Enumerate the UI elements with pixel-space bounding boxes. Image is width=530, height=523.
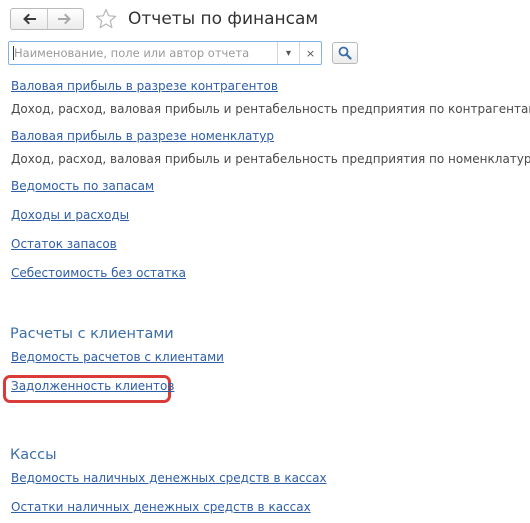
toolbar: Отчеты по финансам [0,0,530,38]
group-title-customer-settlements: Расчеты с клиентами [10,326,174,342]
page-title: Отчеты по финансам [128,9,319,29]
report-link-cash-balances[interactable]: Остатки наличных денежных средств в касс… [11,499,311,515]
magnifier-icon [338,46,352,60]
navigation-buttons [10,8,84,30]
search-history-dropdown[interactable]: ▾ [277,42,299,64]
report-link-cash-statement[interactable]: Ведомость наличных денежных средств в ка… [11,470,327,486]
report-link-customer-settlements-statement[interactable]: Ведомость расчетов с клиентами [11,349,224,365]
report-link-gross-profit-counterparties[interactable]: Валовая прибыль в разрезе контрагентов [11,78,278,94]
report-link-customer-debt[interactable]: Задолженность клиентов [11,378,174,394]
arrow-right-icon [58,13,72,25]
arrow-left-icon [22,13,36,25]
star-icon[interactable] [94,7,118,31]
report-link-cost-without-balance[interactable]: Себестоимость без остатка [11,265,186,281]
report-description: Доход, расход, валовая прибыль и рентабе… [11,102,530,116]
report-link-income-expenses[interactable]: Доходы и расходы [11,207,129,223]
forward-button[interactable] [46,9,84,29]
group-title-cash-desks: Кассы [10,447,57,463]
search-input[interactable] [9,42,275,64]
text-caret [13,46,14,60]
search-button[interactable] [332,42,358,64]
clear-search-button[interactable]: × [299,42,321,64]
report-link-gross-profit-nomenclature[interactable]: Валовая прибыль в разрезе номенклатур [11,128,274,144]
report-link-inventory-balance[interactable]: Остаток запасов [11,236,117,252]
search-field: ▾ × [8,41,322,65]
report-link-inventory-statement[interactable]: Ведомость по запасам [11,178,154,194]
back-button[interactable] [11,9,47,29]
report-description: Доход, расход, валовая прибыль и рентабе… [11,152,530,166]
